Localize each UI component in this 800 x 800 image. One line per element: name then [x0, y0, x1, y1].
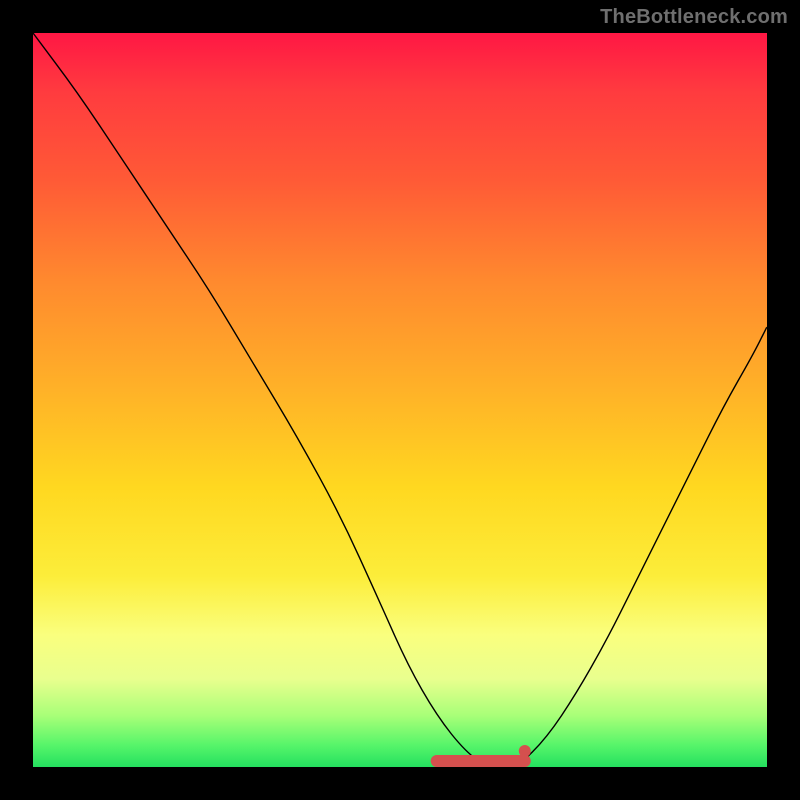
chart-svg — [33, 33, 767, 767]
chart-frame: TheBottleneck.com — [0, 0, 800, 800]
watermark-text: TheBottleneck.com — [600, 6, 788, 29]
highlight-end-marker — [519, 745, 531, 757]
plot-area — [33, 33, 767, 767]
bottleneck-curve — [33, 33, 767, 767]
